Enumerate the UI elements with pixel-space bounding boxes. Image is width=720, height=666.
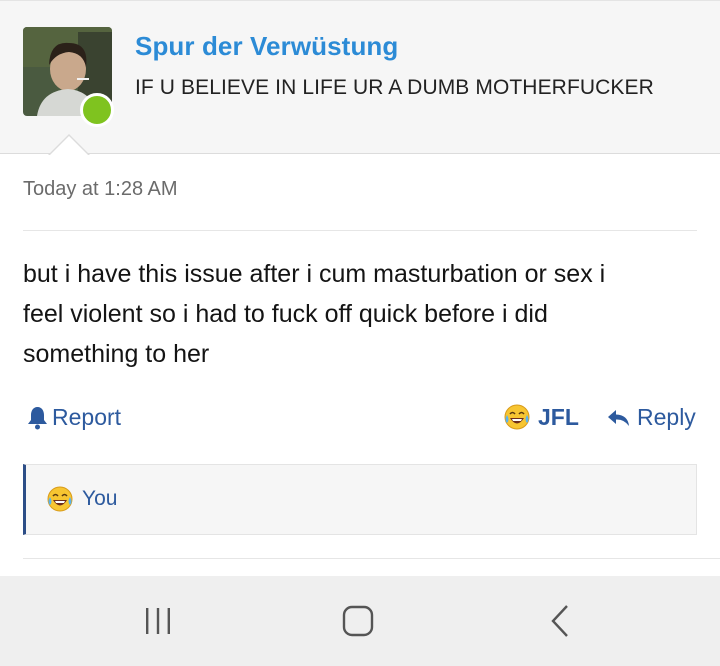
jfl-reaction-button[interactable]: JFL (503, 403, 579, 431)
reply-button[interactable]: Reply (607, 404, 696, 431)
home-icon (342, 605, 374, 637)
post-body-line: but i have this issue after i cum mastur… (23, 260, 606, 288)
user-title: IF U BELIEVE IN LIFE UR A DUMB MOTHERFUC… (135, 76, 654, 99)
post-timestamp[interactable]: Today at 1:28 AM (23, 178, 178, 201)
reply-arrow-icon (608, 409, 629, 426)
reply-label: Reply (637, 404, 696, 430)
recent-apps-icon (146, 608, 170, 634)
post-author-header: Spur der Verwüstung IF U BELIEVE IN LIFE… (0, 0, 720, 154)
post-body-line: something to her (23, 340, 210, 368)
back-chevron-icon (551, 605, 568, 637)
crying-laughing-emoji-icon (504, 404, 530, 430)
home-button[interactable] (298, 576, 418, 666)
reactions-bar: You (23, 464, 697, 535)
android-navigation-bar (0, 576, 720, 666)
online-status-indicator (80, 93, 114, 127)
divider (23, 558, 720, 559)
username[interactable]: Spur der Verwüstung (135, 31, 398, 62)
post-body: but i have this issue after i cum mastur… (23, 254, 703, 374)
jfl-label: JFL (538, 403, 579, 430)
report-button[interactable]: Report (27, 404, 121, 431)
reaction-users-label: You (82, 487, 118, 510)
bell-icon (28, 406, 47, 429)
divider (23, 230, 697, 231)
back-button[interactable] (500, 576, 620, 666)
reaction-users-link[interactable]: You (46, 485, 117, 513)
post-body-line: feel violent so i had to fuck off quick … (23, 300, 548, 328)
crying-laughing-emoji-icon (47, 486, 73, 512)
report-label: Report (52, 404, 122, 430)
recent-apps-button[interactable] (98, 576, 218, 666)
